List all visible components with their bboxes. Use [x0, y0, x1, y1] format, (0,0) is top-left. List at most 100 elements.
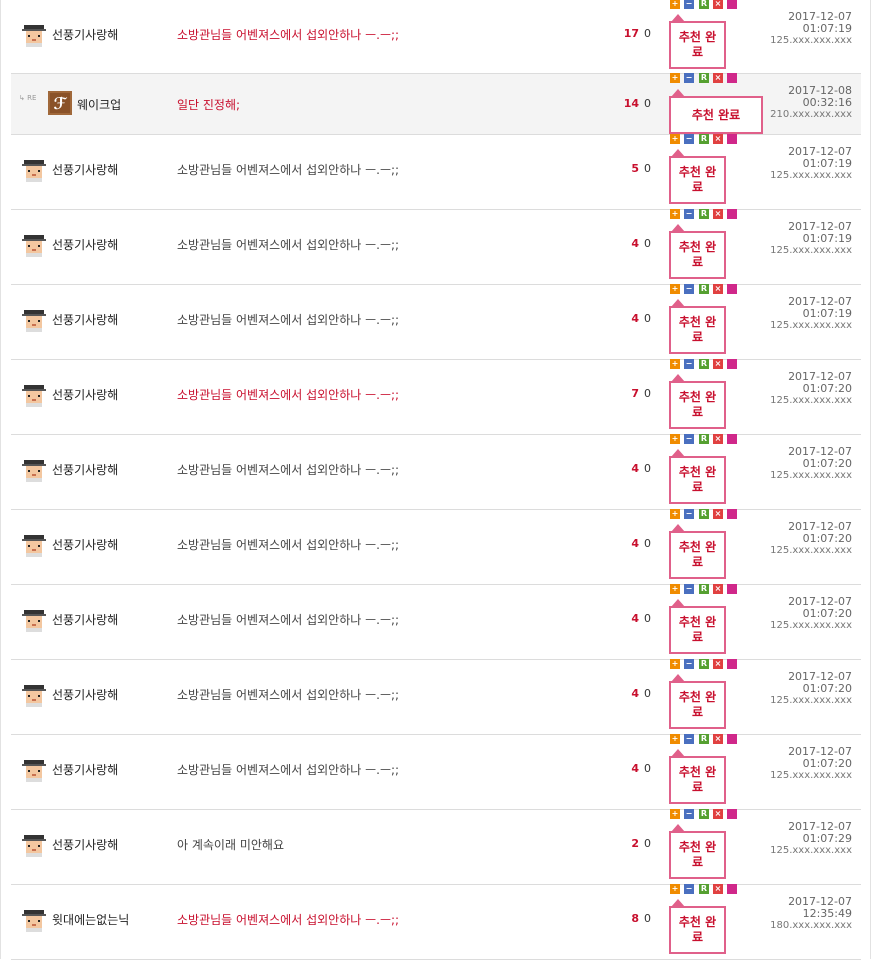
minus-icon[interactable]: − [684, 809, 694, 819]
recommend-done-badge[interactable]: 추천 완료 [669, 299, 726, 354]
minus-icon[interactable]: − [684, 584, 694, 594]
report-icon[interactable]: R [699, 134, 709, 144]
user-block-icon[interactable] [727, 209, 737, 219]
helmet-avatar[interactable] [22, 608, 46, 632]
recommend-done-badge[interactable]: 추천 완료 [669, 89, 763, 134]
minus-icon[interactable]: − [684, 134, 694, 144]
plus-icon[interactable]: + [670, 73, 680, 83]
plus-icon[interactable]: + [670, 884, 680, 894]
delete-icon[interactable]: × [713, 73, 723, 83]
plus-icon[interactable]: + [670, 134, 680, 144]
user-block-icon[interactable] [727, 359, 737, 369]
helmet-avatar[interactable] [22, 458, 46, 482]
nickname-link[interactable]: 선풍기사랑해 [52, 686, 118, 703]
report-icon[interactable]: R [699, 359, 709, 369]
nickname-link[interactable]: 선풍기사랑해 [52, 536, 118, 553]
helmet-avatar[interactable] [22, 758, 46, 782]
user-block-icon[interactable] [727, 734, 737, 744]
minus-icon[interactable]: − [684, 359, 694, 369]
report-icon[interactable]: R [699, 509, 709, 519]
minus-icon[interactable]: − [684, 284, 694, 294]
delete-icon[interactable]: × [713, 209, 723, 219]
delete-icon[interactable]: × [713, 809, 723, 819]
plus-icon[interactable]: + [670, 209, 680, 219]
report-icon[interactable]: R [699, 734, 709, 744]
plus-icon[interactable]: + [670, 434, 680, 444]
user-block-icon[interactable] [727, 659, 737, 669]
recommend-done-badge[interactable]: 추천 완료 [669, 599, 726, 654]
delete-icon[interactable]: × [713, 734, 723, 744]
nickname-link[interactable]: 선풍기사랑해 [52, 236, 118, 253]
report-icon[interactable]: R [699, 284, 709, 294]
recommend-done-badge[interactable]: 추천 완료 [669, 224, 726, 279]
user-block-icon[interactable] [727, 284, 737, 294]
helmet-avatar[interactable] [22, 383, 46, 407]
report-icon[interactable]: R [699, 884, 709, 894]
recommend-done-badge[interactable]: 추천 완료 [669, 149, 726, 204]
minus-icon[interactable]: − [684, 0, 694, 9]
recommend-done-badge[interactable]: 추천 완료 [669, 899, 726, 954]
delete-icon[interactable]: × [713, 0, 723, 9]
recommend-done-badge[interactable]: 추천 완료 [669, 674, 726, 729]
plus-icon[interactable]: + [670, 734, 680, 744]
recommend-done-badge[interactable]: 추천 완료 [669, 449, 726, 504]
user-block-icon[interactable] [727, 73, 737, 83]
delete-icon[interactable]: × [713, 509, 723, 519]
helmet-avatar[interactable] [22, 308, 46, 332]
plus-icon[interactable]: + [670, 509, 680, 519]
delete-icon[interactable]: × [713, 284, 723, 294]
delete-icon[interactable]: × [713, 359, 723, 369]
delete-icon[interactable]: × [713, 584, 723, 594]
recommend-done-badge[interactable]: 추천 완료 [669, 749, 726, 804]
helmet-avatar[interactable] [22, 233, 46, 257]
nickname-link[interactable]: 선풍기사랑해 [52, 26, 118, 43]
minus-icon[interactable]: − [684, 73, 694, 83]
nickname-link[interactable]: 웨이크업 [77, 96, 121, 113]
user-block-icon[interactable] [727, 809, 737, 819]
recommend-done-badge[interactable]: 추천 완료 [669, 374, 726, 429]
minus-icon[interactable]: − [684, 434, 694, 444]
nickname-link[interactable]: 선풍기사랑해 [52, 386, 118, 403]
helmet-avatar[interactable] [22, 23, 46, 47]
nickname-link[interactable]: 선풍기사랑해 [52, 611, 118, 628]
minus-icon[interactable]: − [684, 509, 694, 519]
delete-icon[interactable]: × [713, 884, 723, 894]
user-block-icon[interactable] [727, 434, 737, 444]
report-icon[interactable]: R [699, 434, 709, 444]
user-block-icon[interactable] [727, 884, 737, 894]
recommend-done-badge[interactable]: 추천 완료 [669, 824, 726, 879]
plus-icon[interactable]: + [670, 284, 680, 294]
user-block-icon[interactable] [727, 134, 737, 144]
recommend-done-badge[interactable]: 추천 완료 [669, 524, 726, 579]
delete-icon[interactable]: × [713, 434, 723, 444]
report-icon[interactable]: R [699, 809, 709, 819]
report-icon[interactable]: R [699, 73, 709, 83]
nickname-link[interactable]: 선풍기사랑해 [52, 161, 118, 178]
helmet-avatar[interactable] [22, 683, 46, 707]
helmet-avatar[interactable] [22, 533, 46, 557]
minus-icon[interactable]: − [684, 659, 694, 669]
helmet-avatar[interactable] [22, 908, 46, 932]
user-block-icon[interactable] [727, 584, 737, 594]
user-block-icon[interactable] [727, 0, 737, 9]
user-block-icon[interactable] [727, 509, 737, 519]
report-icon[interactable]: R [699, 584, 709, 594]
delete-icon[interactable]: × [713, 659, 723, 669]
brown-avatar[interactable]: ℱ [48, 91, 72, 115]
nickname-link[interactable]: 윗대에는없는닉 [52, 911, 129, 928]
report-icon[interactable]: R [699, 0, 709, 9]
report-icon[interactable]: R [699, 209, 709, 219]
nickname-link[interactable]: 선풍기사랑해 [52, 311, 118, 328]
report-icon[interactable]: R [699, 659, 709, 669]
plus-icon[interactable]: + [670, 659, 680, 669]
plus-icon[interactable]: + [670, 359, 680, 369]
nickname-link[interactable]: 선풍기사랑해 [52, 461, 118, 478]
plus-icon[interactable]: + [670, 0, 680, 9]
plus-icon[interactable]: + [670, 809, 680, 819]
delete-icon[interactable]: × [713, 134, 723, 144]
helmet-avatar[interactable] [22, 833, 46, 857]
minus-icon[interactable]: − [684, 209, 694, 219]
plus-icon[interactable]: + [670, 584, 680, 594]
minus-icon[interactable]: − [684, 884, 694, 894]
minus-icon[interactable]: − [684, 734, 694, 744]
